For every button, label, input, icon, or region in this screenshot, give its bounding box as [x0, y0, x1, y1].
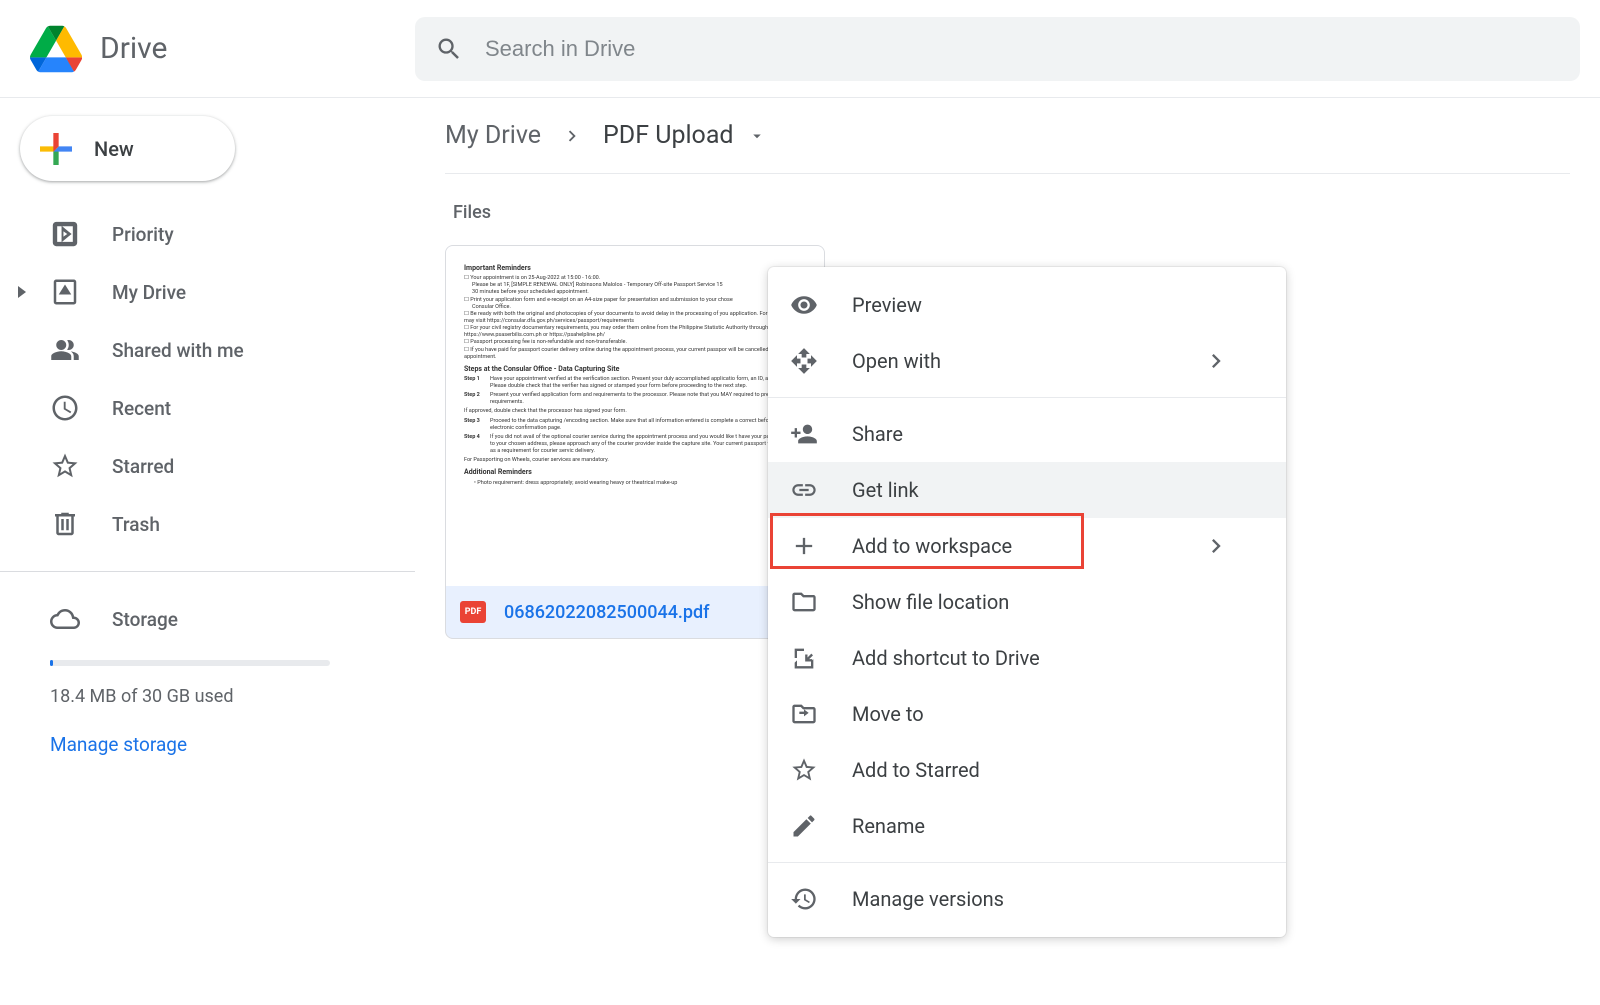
- open-with-icon: [790, 347, 818, 375]
- ctx-manage-versions[interactable]: Manage versions: [768, 871, 1286, 927]
- ctx-preview[interactable]: Preview: [768, 277, 1286, 333]
- ctx-get-link[interactable]: Get link: [768, 462, 1286, 518]
- menu-separator: [768, 862, 1286, 863]
- sidebar-item-priority[interactable]: Priority: [0, 205, 415, 263]
- history-icon: [790, 885, 818, 913]
- menu-separator: [768, 397, 1286, 398]
- starred-icon: [50, 451, 80, 481]
- ctx-rename[interactable]: Rename: [768, 798, 1286, 854]
- sidebar-item-shared[interactable]: Shared with me: [0, 321, 415, 379]
- logo-area[interactable]: Drive: [0, 25, 415, 73]
- breadcrumb-current[interactable]: PDF Upload: [603, 121, 733, 150]
- ctx-move-to[interactable]: Move to: [768, 686, 1286, 742]
- drive-logo-icon: [30, 25, 82, 73]
- chevron-right-icon: [1202, 532, 1230, 560]
- pdf-badge-icon: PDF: [460, 601, 486, 623]
- storage-label: Storage: [112, 608, 178, 631]
- sidebar-item-label: My Drive: [112, 281, 186, 304]
- shortcut-icon: [790, 644, 818, 672]
- share-icon: [790, 420, 818, 448]
- ctx-open-with[interactable]: Open with: [768, 333, 1286, 389]
- context-menu: Preview Open with Share Get link Add to …: [768, 267, 1286, 937]
- folder-dropdown-icon[interactable]: [748, 127, 766, 145]
- app-name: Drive: [100, 31, 167, 66]
- chevron-right-icon: [561, 125, 583, 147]
- new-button-label: New: [94, 137, 134, 161]
- sidebar-item-my-drive[interactable]: My Drive: [0, 263, 415, 321]
- sidebar-item-label: Trash: [112, 513, 160, 536]
- sidebar-item-label: Starred: [112, 455, 174, 478]
- chevron-right-icon: [1202, 347, 1230, 375]
- breadcrumb-root[interactable]: My Drive: [445, 121, 541, 150]
- recent-icon: [50, 393, 80, 423]
- sidebar: New Priority My Drive Shared with me: [0, 98, 415, 1005]
- sidebar-item-storage[interactable]: Storage: [0, 590, 415, 648]
- new-button[interactable]: New: [20, 116, 235, 181]
- pencil-icon: [790, 812, 818, 840]
- plus-icon: [32, 125, 80, 173]
- my-drive-icon: [50, 277, 80, 307]
- sidebar-item-recent[interactable]: Recent: [0, 379, 415, 437]
- storage-icon: [50, 604, 80, 634]
- sidebar-item-starred[interactable]: Starred: [0, 437, 415, 495]
- sidebar-list: Priority My Drive Shared with me Recent: [0, 205, 415, 553]
- sidebar-item-label: Recent: [112, 397, 171, 420]
- expand-caret-icon[interactable]: [18, 286, 26, 298]
- ctx-share[interactable]: Share: [768, 406, 1286, 462]
- shared-icon: [50, 335, 80, 365]
- link-icon: [790, 476, 818, 504]
- sidebar-item-label: Priority: [112, 223, 174, 246]
- ctx-add-shortcut[interactable]: Add shortcut to Drive: [768, 630, 1286, 686]
- priority-icon: [50, 219, 80, 249]
- ctx-add-workspace[interactable]: Add to workspace: [768, 518, 1286, 574]
- search-bar[interactable]: [415, 17, 1580, 81]
- app-root: Drive New Priority My Drive: [0, 0, 1600, 1005]
- manage-storage-link[interactable]: Manage storage: [0, 733, 415, 756]
- trash-icon: [50, 509, 80, 539]
- sidebar-item-label: Shared with me: [112, 339, 244, 362]
- storage-used-text: 18.4 MB of 30 GB used: [0, 686, 415, 707]
- search-icon: [435, 35, 463, 63]
- search-input[interactable]: [485, 36, 1560, 62]
- sidebar-item-trash[interactable]: Trash: [0, 495, 415, 553]
- star-icon: [790, 756, 818, 784]
- plus-thin-icon: [790, 532, 818, 560]
- storage-progress-bar: [50, 660, 330, 666]
- folder-icon: [790, 588, 818, 616]
- ctx-add-starred[interactable]: Add to Starred: [768, 742, 1286, 798]
- ctx-show-location[interactable]: Show file location: [768, 574, 1286, 630]
- file-name: 06862022082500044.pdf: [504, 602, 710, 623]
- move-icon: [790, 700, 818, 728]
- breadcrumb: My Drive PDF Upload: [445, 124, 1570, 174]
- files-section-label: Files: [453, 202, 1600, 223]
- sidebar-separator: [0, 571, 415, 572]
- eye-icon: [790, 291, 818, 319]
- header: Drive: [0, 0, 1600, 98]
